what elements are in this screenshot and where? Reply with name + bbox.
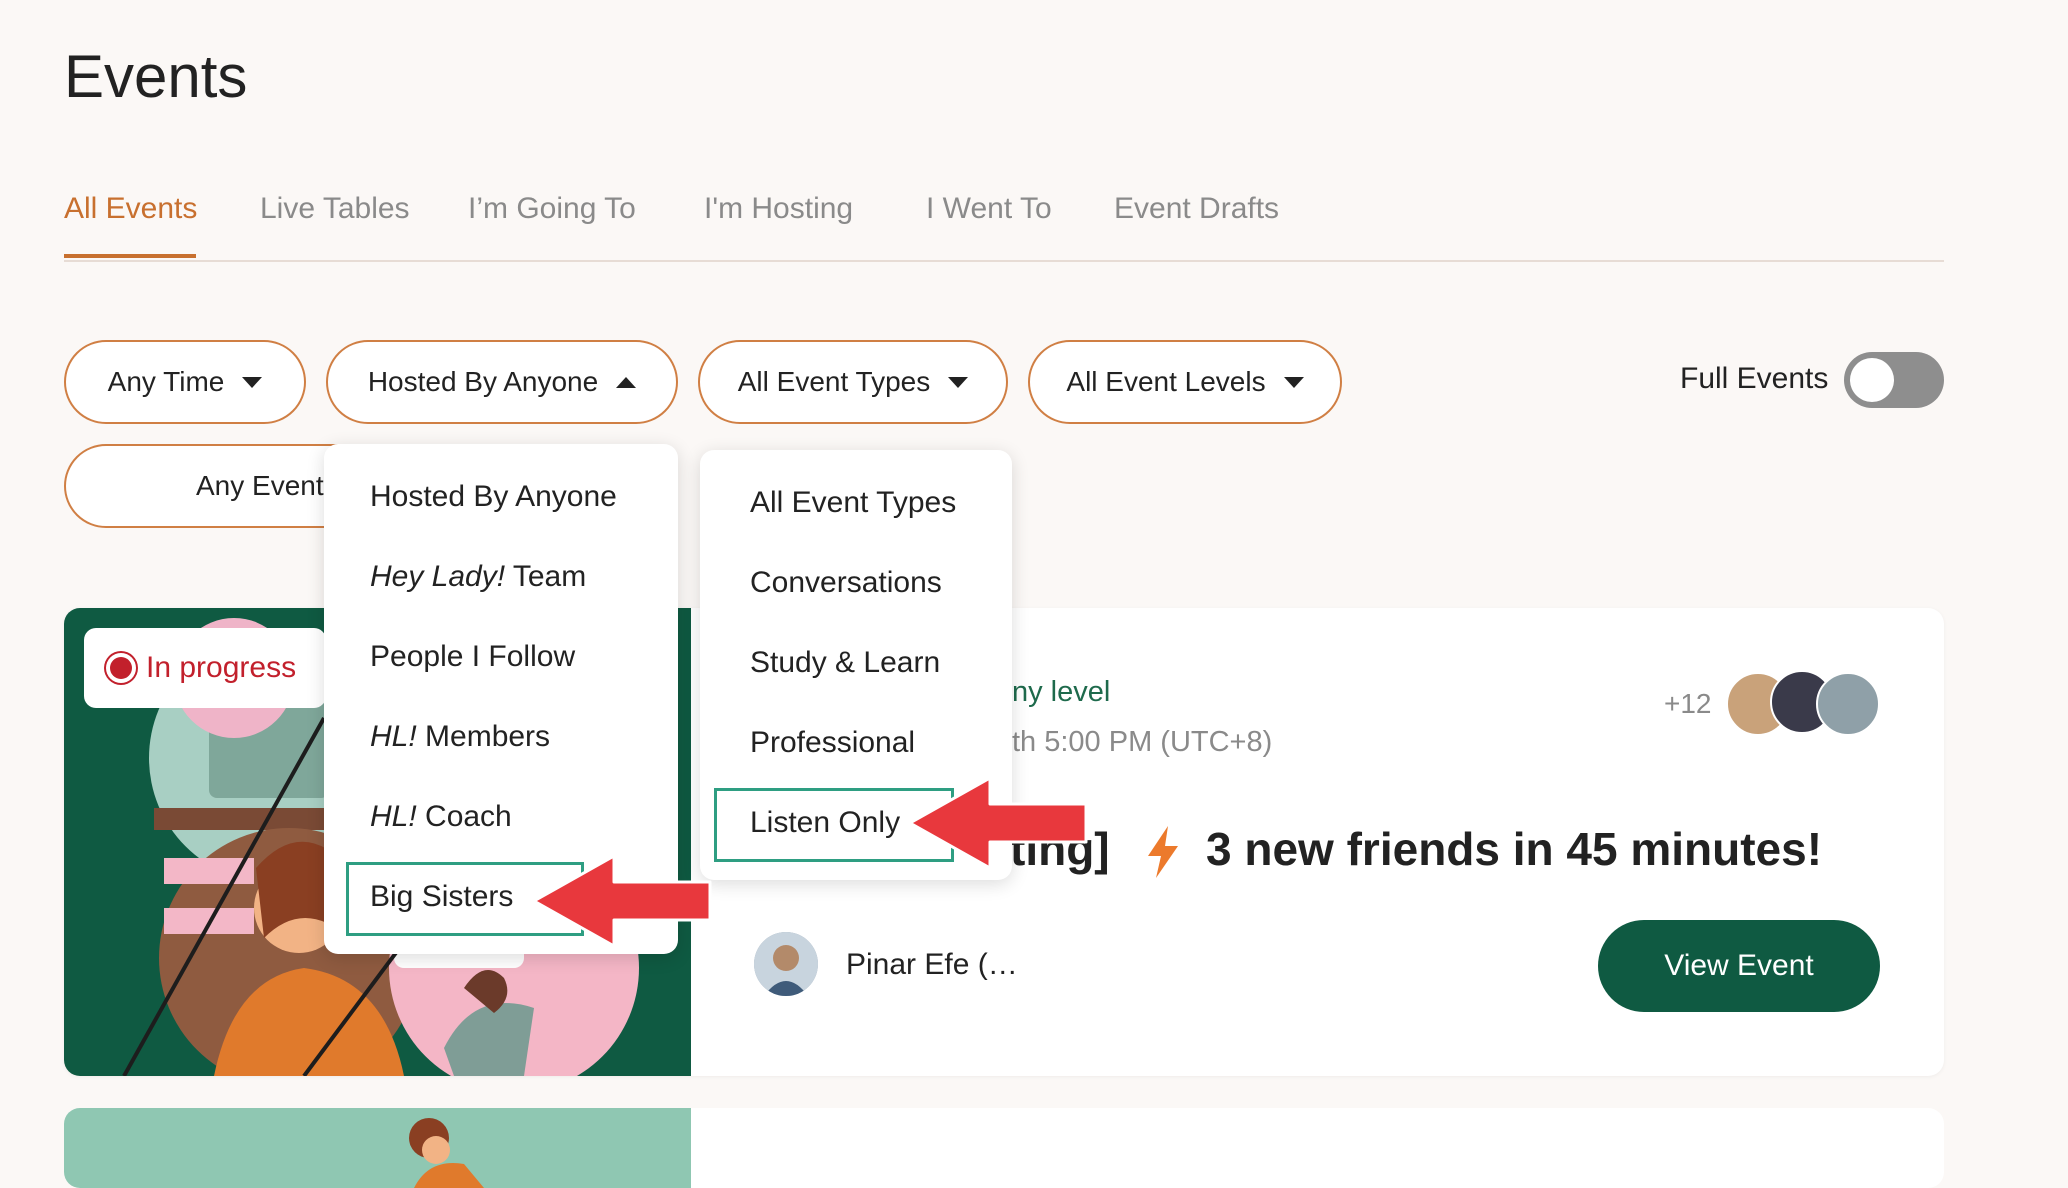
annotation-arrow-icon	[534, 856, 712, 946]
menu-item-em: HL!	[370, 800, 417, 833]
event-types-dropdown[interactable]: All Event Types	[698, 340, 1008, 424]
event-time: th 5:00 PM (UTC+8)	[1012, 726, 1273, 758]
menu-item-conversations[interactable]: Conversations	[750, 566, 942, 600]
status-badge: In progress	[84, 628, 327, 708]
menu-item-all-event-types[interactable]: All Event Types	[750, 486, 956, 520]
tab-im-hosting[interactable]: I'm Hosting	[704, 192, 853, 226]
event-levels-label: All Event Levels	[1066, 366, 1266, 397]
host-avatar	[754, 932, 818, 996]
full-events-toggle[interactable]	[1844, 352, 1944, 408]
event-tabs: All Events Live Tables I’m Going To I'm …	[64, 186, 1944, 262]
chevron-down-icon	[948, 376, 969, 388]
menu-item-em: Hey Lady!	[370, 560, 506, 593]
menu-item-em: HL!	[370, 720, 417, 753]
hosted-by-dropdown[interactable]: Hosted By Anyone	[326, 340, 678, 424]
live-dot-icon	[110, 657, 132, 679]
toggle-knob	[1850, 358, 1894, 402]
tab-im-going-to[interactable]: I’m Going To	[468, 192, 636, 226]
active-tab-indicator	[64, 254, 196, 258]
menu-item-study-learn[interactable]: Study & Learn	[750, 646, 940, 680]
page-title: Events	[64, 43, 248, 110]
status-text: In progress	[146, 651, 297, 684]
menu-item-hl-members[interactable]: HL! Members	[370, 720, 550, 754]
lightning-icon	[1148, 826, 1178, 878]
menu-item-professional[interactable]: Professional	[750, 726, 915, 760]
event-title: 3 new friends in 45 minutes!	[1206, 823, 1823, 875]
event-illustration	[64, 1108, 691, 1188]
full-events-label: Full Events	[1680, 362, 1829, 395]
view-event-button[interactable]: View Event	[1598, 920, 1880, 1012]
menu-item-hosted-by-anyone[interactable]: Hosted By Anyone	[370, 480, 617, 514]
event-levels-dropdown[interactable]: All Event Levels	[1028, 340, 1342, 424]
tab-all-events[interactable]: All Events	[64, 192, 197, 226]
chevron-down-icon	[1283, 376, 1304, 388]
event-level: ny level	[1012, 676, 1111, 708]
chevron-up-icon	[616, 376, 637, 388]
tab-event-drafts[interactable]: Event Drafts	[1114, 192, 1279, 226]
any-time-label: Any Time	[107, 366, 225, 397]
menu-item-rest: Members	[416, 720, 551, 753]
any-time-dropdown[interactable]: Any Time	[64, 340, 306, 424]
event-card[interactable]	[64, 1108, 1944, 1188]
menu-item-people-i-follow[interactable]: People I Follow	[370, 640, 575, 674]
menu-item-rest: Team	[505, 560, 587, 593]
host-avatar-art	[754, 932, 818, 996]
menu-item-hey-lady-team[interactable]: Hey Lady! Team	[370, 560, 586, 594]
chevron-down-icon	[242, 376, 263, 388]
tab-i-went-to[interactable]: I Went To	[926, 192, 1052, 226]
hosted-by-label: Hosted By Anyone	[367, 366, 599, 397]
tab-live-tables[interactable]: Live Tables	[260, 192, 410, 226]
host-name[interactable]: Pinar Efe (…	[846, 948, 1018, 982]
avatar	[1816, 672, 1880, 736]
annotation-arrow-icon	[910, 778, 1088, 868]
event-types-label: All Event Types	[737, 366, 931, 397]
attendee-count: +12	[1664, 688, 1712, 719]
event-illustration-art	[409, 1118, 484, 1188]
menu-item-rest: Coach	[416, 800, 512, 833]
menu-item-hl-coach[interactable]: HL! Coach	[370, 800, 512, 834]
